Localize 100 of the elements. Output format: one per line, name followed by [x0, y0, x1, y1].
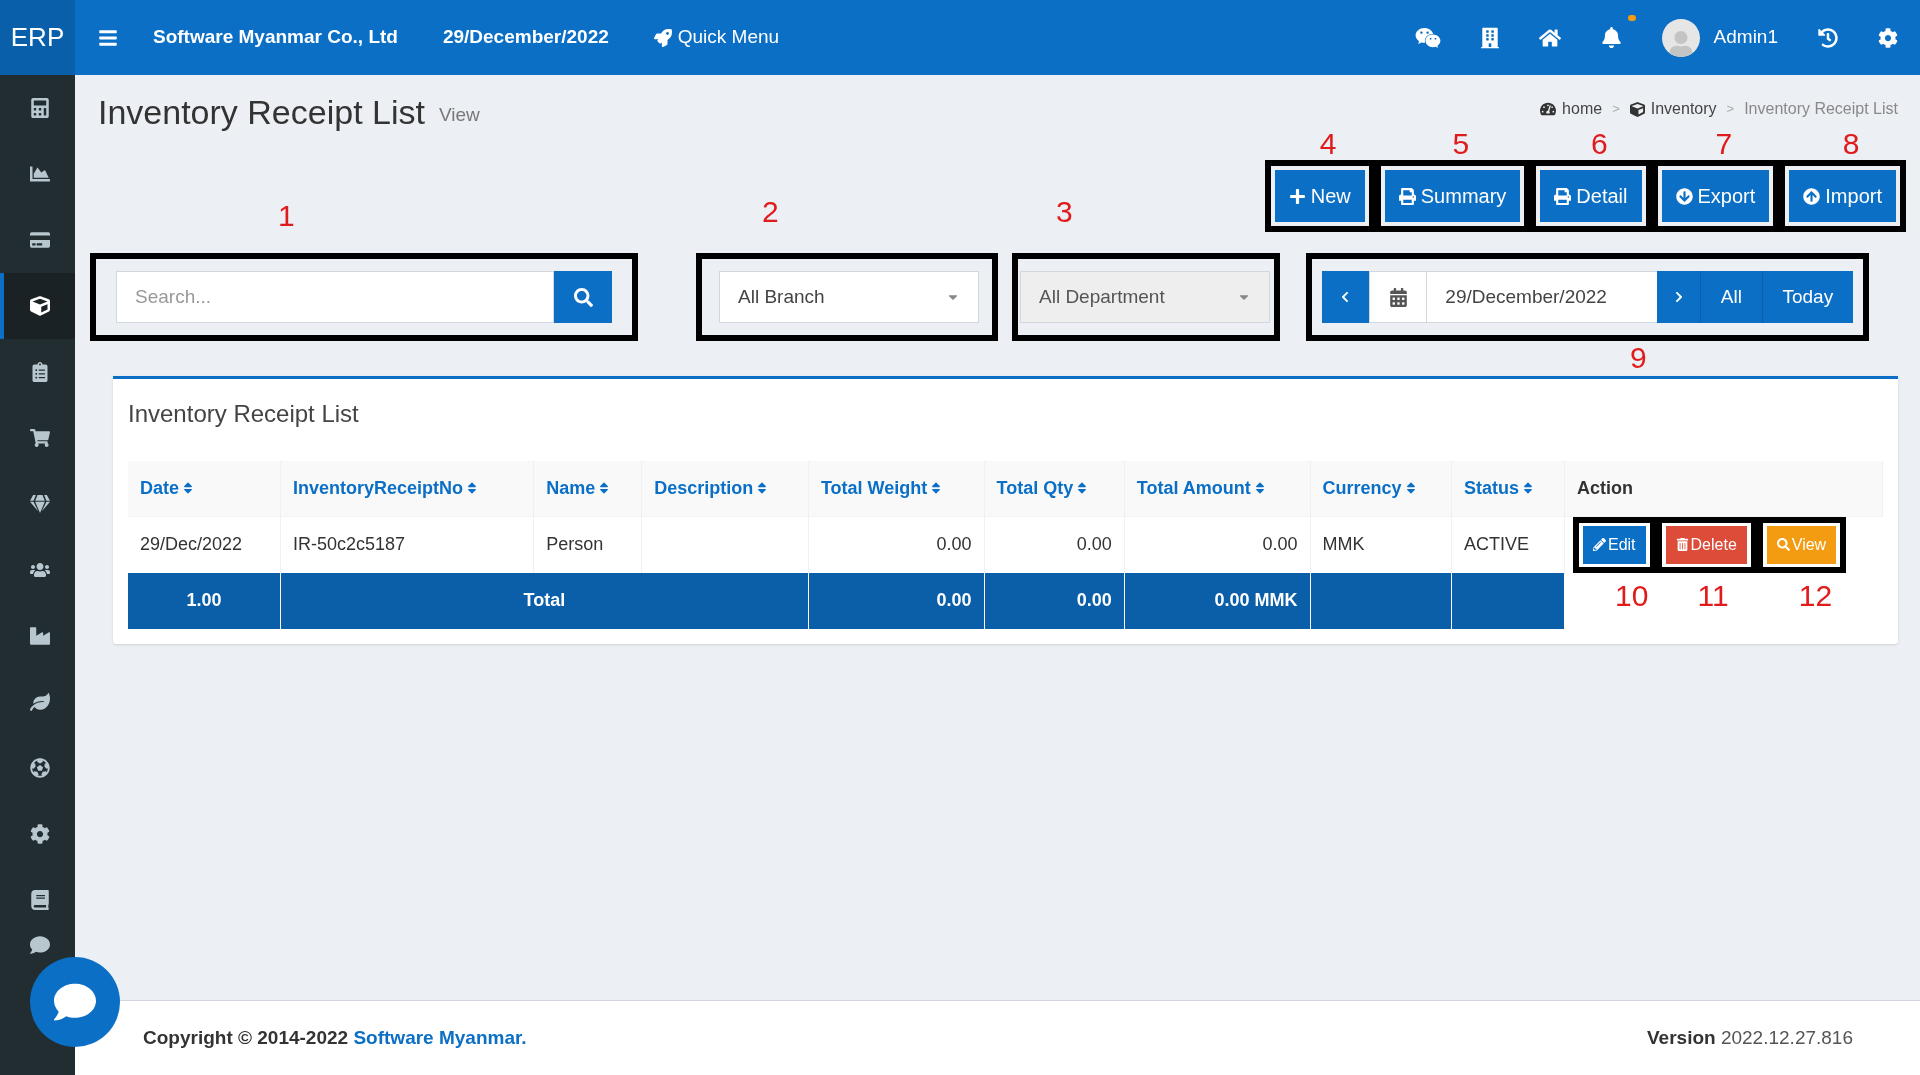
annotation-number: 7: [1715, 129, 1733, 159]
printer-icon: [1554, 187, 1572, 205]
sort-icon: [930, 481, 943, 496]
edit-button[interactable]: Edit: [1582, 525, 1646, 564]
factory-icon: [29, 626, 50, 646]
column-header[interactable]: Date: [128, 461, 281, 516]
toolbar-button[interactable]: Import: [1789, 170, 1896, 222]
history-icon[interactable]: [1818, 27, 1838, 48]
date-field[interactable]: 29/December/2022: [1427, 271, 1658, 323]
column-header[interactable]: Name: [533, 461, 642, 516]
sort-icon: [1404, 481, 1417, 496]
annotation-number: 12: [1798, 580, 1833, 611]
leaf-icon: [29, 692, 50, 712]
search-icon: [1776, 538, 1790, 551]
book-icon: [29, 890, 50, 910]
breadcrumb-item[interactable]: home: [1562, 97, 1603, 121]
dropdown-select[interactable]: All Branch: [719, 271, 979, 323]
card-title: Inventory Receipt List: [128, 399, 360, 429]
annotation-number: 3: [1056, 197, 1073, 227]
cube-icon: [29, 296, 50, 316]
sort-icon: [1521, 481, 1534, 496]
cube-icon: [1629, 101, 1645, 117]
download-icon: [1675, 187, 1693, 205]
today-button[interactable]: Today: [1762, 271, 1853, 323]
page-subtitle: View: [438, 102, 480, 127]
column-header[interactable]: Total Weight: [808, 461, 984, 516]
calendar-icon: [1388, 287, 1408, 307]
sort-icon: [598, 481, 611, 496]
sort-icon: [1253, 481, 1266, 496]
bell-icon[interactable]: [1600, 27, 1622, 48]
calculator-icon: [29, 98, 50, 118]
table-cell: 0.00: [1124, 516, 1311, 573]
building-icon[interactable]: [1480, 26, 1499, 49]
dashboard-icon: [1540, 101, 1557, 117]
column-header[interactable]: Currency: [1310, 461, 1452, 516]
table-cell: 0.00: [984, 516, 1125, 573]
annotation-number: 11: [1697, 580, 1729, 611]
sort-icon: [465, 481, 478, 496]
total-cell: Total: [280, 572, 809, 629]
delete-button[interactable]: Delete: [1665, 525, 1747, 564]
annotation-number: 1: [278, 201, 295, 231]
header-date: 29/December/2022: [442, 25, 609, 50]
settings-icon[interactable]: [1878, 27, 1898, 48]
total-cell: 0.00 MMK: [1124, 572, 1311, 629]
area-chart-icon: [29, 164, 50, 184]
table-cell: Person: [533, 516, 642, 573]
annotation-number: 2: [762, 197, 779, 227]
toolbar-button[interactable]: Detail: [1540, 170, 1642, 222]
upload-icon: [1803, 187, 1821, 205]
column-header[interactable]: Description: [641, 461, 809, 516]
column-header[interactable]: Status: [1451, 461, 1565, 516]
annotation-number: 4: [1319, 129, 1337, 159]
column-header: Action: [1564, 461, 1883, 516]
search-button[interactable]: [554, 271, 612, 323]
sidebar-item[interactable]: [0, 273, 75, 339]
table-cell: IR-50c2c5187: [280, 516, 534, 573]
cart-icon: [29, 428, 50, 448]
total-cell: 0.00: [808, 572, 984, 629]
toolbar-button[interactable]: New: [1274, 170, 1365, 222]
breadcrumb-separator: >: [1726, 100, 1735, 119]
column-header[interactable]: Total Amount: [1124, 461, 1311, 516]
plus-icon: [1288, 187, 1306, 205]
gem-icon: [29, 494, 50, 514]
sort-icon: [1076, 481, 1089, 496]
search-icon: [573, 287, 593, 307]
annotation-number: 6: [1590, 129, 1608, 159]
annotation-number: 5: [1452, 129, 1470, 159]
all-button[interactable]: All: [1701, 271, 1763, 323]
chat-icon: [29, 935, 50, 955]
table-cell: MMK: [1310, 516, 1452, 573]
total-cell: 1.00: [128, 572, 281, 629]
toolbar-button[interactable]: Export: [1661, 170, 1770, 222]
column-header[interactable]: Total Qty: [984, 461, 1125, 516]
toolbar-button[interactable]: Summary: [1384, 170, 1521, 222]
table-cell: 29/Dec/2022: [128, 516, 281, 573]
home-icon[interactable]: [1538, 26, 1561, 49]
sort-icon: [756, 481, 769, 496]
speech-bubble-icon: [54, 981, 96, 1023]
avatar[interactable]: [1661, 18, 1700, 57]
credit-card-icon: [29, 230, 50, 250]
breadcrumb-separator: >: [1612, 100, 1620, 119]
table-cell: ACTIVE: [1451, 516, 1565, 573]
copyright-text: Copyright © 2014-2022 Software Myanmar.: [143, 1025, 527, 1050]
logo[interactable]: ERP: [0, 0, 75, 75]
search-field[interactable]: Search...: [116, 271, 554, 323]
user-name[interactable]: Admin1: [1713, 23, 1778, 52]
quick-menu-button[interactable]: Quick Menu: [653, 23, 780, 52]
total-cell: 0.00: [984, 572, 1125, 629]
settings-icon: [29, 824, 50, 844]
pencil-icon: [1592, 538, 1606, 551]
table-cell: 0.00: [808, 516, 984, 573]
menu-icon[interactable]: [98, 27, 118, 48]
company-name: Software Myanmar Co., Ltd: [153, 25, 398, 50]
annotation-number: 8: [1842, 129, 1860, 159]
sort-icon: [182, 481, 194, 496]
calendar-addon[interactable]: [1368, 271, 1428, 323]
company-link[interactable]: Software Myanmar.: [353, 1026, 527, 1048]
annotation-number: 9: [1630, 343, 1647, 373]
column-header[interactable]: InventoryReceiptNo: [280, 461, 534, 516]
breadcrumb-item[interactable]: Inventory: [1650, 97, 1717, 121]
